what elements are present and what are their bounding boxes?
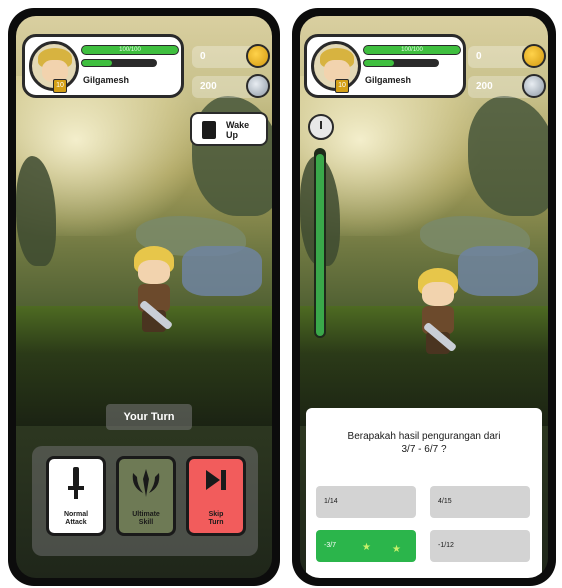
answer-option-3-label: -3/7 [324,542,337,549]
phone-right: 10 100/100 Gilgamesh 0 200 Berapakah has… [292,8,556,586]
turn-indicator: Your Turn [106,404,192,430]
level-badge: 10 [53,79,67,93]
ultimate-skill-button[interactable]: Ultimate Skill [116,456,176,536]
answer-option-4[interactable]: -1/12 [430,530,530,562]
sparkle-star-icon: ★ [392,544,401,555]
sword-icon [65,467,87,507]
sparkle-star-icon: ★ [362,542,371,553]
wake-label-line1: Wake [226,120,250,130]
quiz-question: Berapakah hasil pengurangan dari 3/7 - 6… [316,430,532,456]
wake-up-button[interactable]: Wake Up [190,112,268,146]
distant-rock [182,246,262,296]
normal-attack-button[interactable]: Normal Attack [46,456,106,536]
hp-bar: 100/100 [363,45,461,55]
hero-face [422,282,454,306]
time-remaining-fill [316,153,324,336]
silver-value: 200 [476,81,493,92]
clock-icon [308,114,334,140]
distant-rock [458,246,538,296]
exit-door-icon [202,121,216,139]
skip-label-line2: Turn [208,519,224,526]
ultimate-label-line1: Ultimate [132,511,160,518]
skip-label-line1: Skip [208,511,224,518]
player-name: Gilgamesh [365,75,412,85]
skip-turn-button[interactable]: Skip Turn [186,456,246,536]
ultimate-skill-icon [129,467,163,505]
silver-coin-icon [522,74,546,98]
answer-option-2[interactable]: 4/15 [430,486,530,518]
hp-bar: 100/100 [81,45,179,55]
time-remaining-bar [314,148,326,338]
answer-option-3-correct[interactable]: -3/7 ★ ★ [316,530,416,562]
xp-bar [363,59,439,67]
xp-fill [82,60,112,66]
question-line1: Berapakah hasil pengurangan dari [347,431,501,442]
battle-scene: 10 100/100 Gilgamesh 0 200 Wake Up Your … [16,16,272,578]
hero-face [138,260,170,284]
battle-scene: 10 100/100 Gilgamesh 0 200 Berapakah has… [300,16,548,578]
hp-text: 100/100 [82,46,178,54]
answer-option-1[interactable]: 1/14 [316,486,416,518]
skip-icon [203,467,229,499]
gold-coin-icon [246,44,270,68]
tree-cliff [468,96,548,216]
player-hud: 10 100/100 Gilgamesh [22,34,184,98]
level-badge: 10 [335,79,349,93]
xp-fill [364,60,394,66]
gold-value: 0 [476,51,482,62]
attack-label-line2: Attack [65,519,87,526]
attack-label-line1: Normal [63,511,89,518]
ultimate-label-line2: Skill [138,519,154,526]
hero-character [412,268,464,358]
silver-currency: 200 [192,74,270,98]
question-line2: 3/7 - 6/7 ? [401,444,447,455]
gold-coin-icon [522,44,546,68]
xp-bar [81,59,157,67]
hero-character [128,246,180,336]
gold-value: 0 [200,51,206,62]
silver-coin-icon [246,74,270,98]
player-name: Gilgamesh [83,75,130,85]
gold-currency: 0 [468,44,546,68]
player-hud: 10 100/100 Gilgamesh [304,34,466,98]
wake-label-line2: Up [226,130,238,140]
action-panel: Normal Attack Ultimate Skill Skip Turn [32,446,258,556]
quiz-panel: Berapakah hasil pengurangan dari 3/7 - 6… [306,408,542,578]
silver-value: 200 [200,81,217,92]
gold-currency: 0 [192,44,270,68]
hp-text: 100/100 [364,46,460,54]
phone-left: 10 100/100 Gilgamesh 0 200 Wake Up Your … [8,8,280,586]
silver-currency: 200 [468,74,546,98]
